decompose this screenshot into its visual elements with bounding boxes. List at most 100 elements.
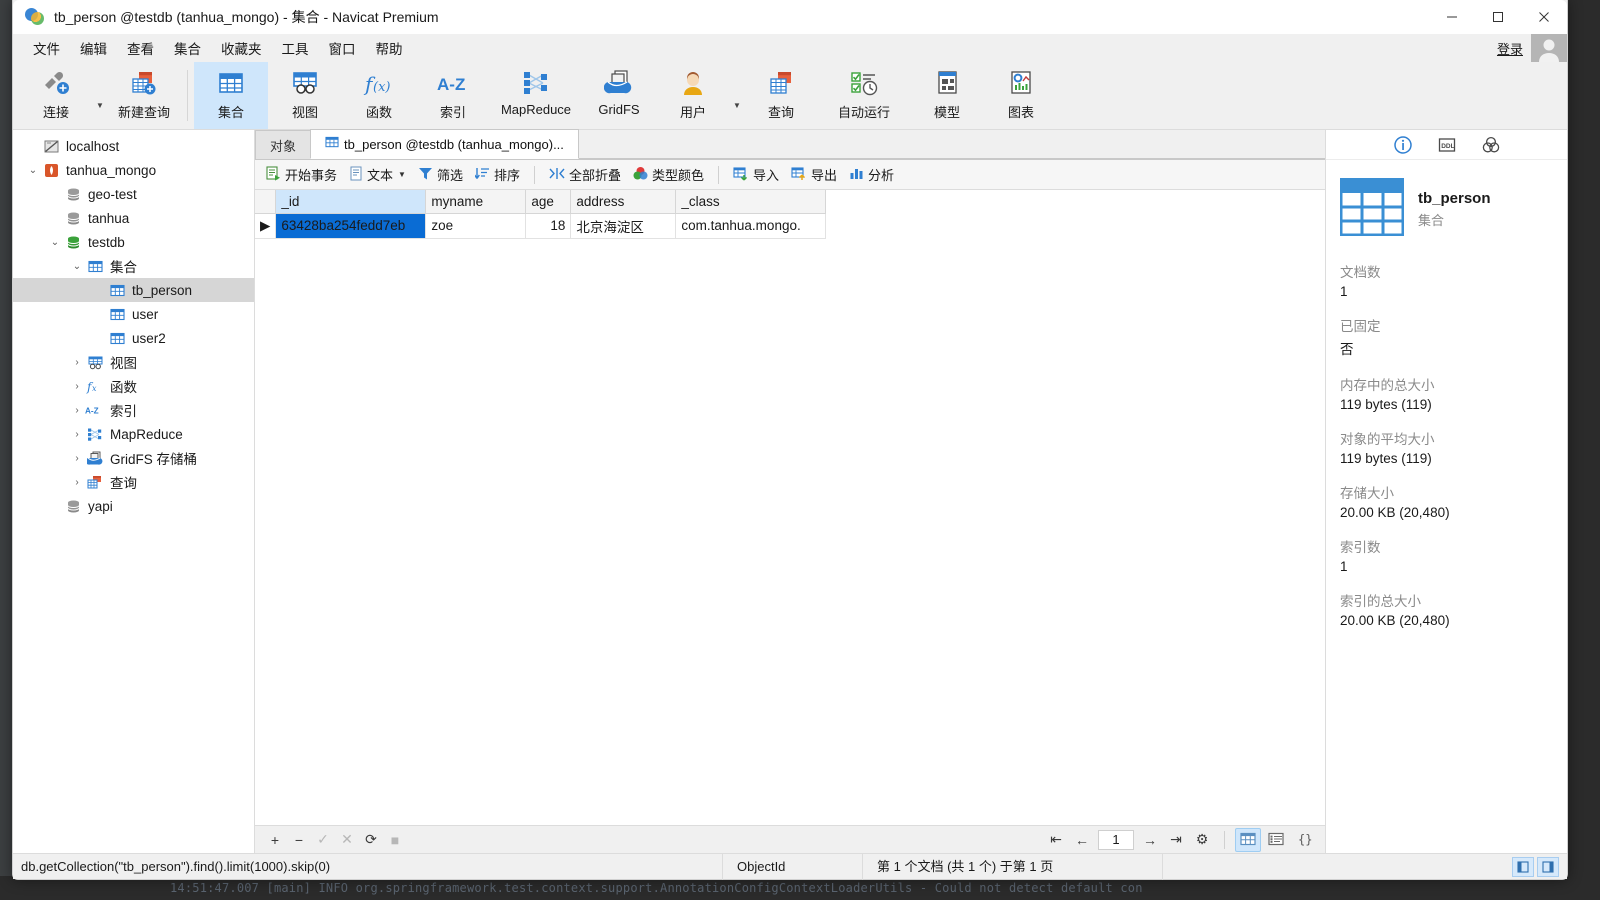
menu-favorites[interactable]: 收藏夹 [211, 35, 272, 61]
sidebar-item-collections-folder[interactable]: ⌄ 集合 [13, 254, 254, 278]
twisty-collapsed-icon[interactable]: › [69, 381, 85, 392]
last-page-button[interactable]: ⇥ [1164, 829, 1188, 851]
sidebar-item-views[interactable]: › 视图 [13, 350, 254, 374]
sidebar-item-yapi[interactable]: yapi [13, 494, 254, 518]
grid-view-icon[interactable] [1235, 827, 1261, 852]
ribbon-new-query-button[interactable]: 新建查询 [107, 62, 181, 129]
ribbon-mapreduce-button[interactable]: MapReduce [490, 62, 582, 129]
sidebar-item-user[interactable]: user [13, 302, 254, 326]
sidebar-item-testdb[interactable]: ⌄ testdb [13, 230, 254, 254]
filter-button[interactable]: 筛选 [413, 162, 468, 187]
user-dropdown-caret-icon[interactable]: ▼ [730, 62, 744, 129]
twisty-expanded-icon[interactable]: ⌄ [47, 237, 63, 248]
json-view-icon[interactable]: {} [1291, 828, 1317, 852]
login-link[interactable]: 登录 [1497, 39, 1523, 58]
analyze-button[interactable]: 分析 [844, 162, 899, 187]
toggle-right-panel-icon[interactable] [1537, 856, 1559, 877]
next-page-button[interactable]: → [1138, 829, 1162, 851]
chevron-down-icon[interactable]: ▼ [398, 170, 406, 179]
twisty-collapsed-icon[interactable]: › [69, 357, 85, 368]
import-button[interactable]: 导入 [728, 162, 784, 187]
first-page-button[interactable]: ⇤ [1044, 829, 1068, 851]
previous-page-button[interactable]: ← [1070, 829, 1094, 851]
twisty-collapsed-icon[interactable]: › [69, 477, 85, 488]
page-number-input[interactable]: 1 [1098, 829, 1134, 850]
table-row[interactable]: ▶ 63428ba254fedd7eb zoe 18 北京海淀区 com.tan… [255, 213, 827, 239]
avatar[interactable] [1531, 34, 1567, 62]
tab-objects[interactable]: 对象 [255, 130, 312, 159]
sidebar-item-functions[interactable]: › fx 函数 [13, 374, 254, 398]
ribbon-chart-button[interactable]: 图表 [984, 62, 1058, 129]
column-header-address[interactable]: address [570, 190, 677, 214]
page-settings-button[interactable]: ⚙ [1190, 829, 1214, 851]
sidebar-item-queries[interactable]: › 查询 [13, 470, 254, 494]
toggle-left-panel-icon[interactable] [1512, 856, 1534, 877]
menu-file[interactable]: 文件 [23, 35, 70, 61]
stop-button[interactable]: ■ [383, 829, 407, 851]
begin-transaction-button[interactable]: 开始事务 [261, 162, 342, 187]
info-icon[interactable] [1392, 134, 1414, 156]
cell-myname[interactable]: zoe [425, 213, 527, 239]
type-color-button[interactable]: 类型颜色 [628, 162, 709, 187]
tab-tb-person[interactable]: tb_person @testdb (tanhua_mongo)... [310, 129, 579, 159]
ribbon-collection-button[interactable]: 集合 [194, 62, 268, 129]
connection-dropdown-caret-icon[interactable]: ▼ [93, 62, 107, 129]
twisty-collapsed-icon[interactable]: › [69, 453, 85, 464]
menu-collection[interactable]: 集合 [164, 35, 211, 61]
column-header-id[interactable]: _id [275, 190, 427, 214]
sidebar-item-localhost[interactable]: localhost [13, 134, 254, 158]
cell-class[interactable]: com.tanhua.mongo. [675, 213, 827, 239]
ddl-icon[interactable]: DDL [1436, 134, 1458, 156]
twisty-collapsed-icon[interactable]: › [69, 405, 85, 416]
menu-view[interactable]: 查看 [117, 35, 164, 61]
ribbon-connection-button[interactable]: 连接 [19, 62, 93, 129]
twisty-expanded-icon[interactable]: ⌄ [69, 261, 85, 272]
cell-age[interactable]: 18 [525, 213, 572, 239]
sidebar-item-tanhua-mongo[interactable]: ⌄ tanhua_mongo [13, 158, 254, 182]
status-sql-text: db.getCollection("tb_person").find().lim… [13, 853, 723, 880]
ribbon-query-button[interactable]: 查询 [744, 62, 818, 129]
sidebar-item-indexes[interactable]: › A-Z 索引 [13, 398, 254, 422]
object-tree-sidebar[interactable]: localhost ⌄ tanhua_mongo geo-test tanhua… [13, 130, 255, 853]
sidebar-item-tanhua[interactable]: tanhua [13, 206, 254, 230]
twisty-collapsed-icon[interactable]: › [69, 429, 85, 440]
sort-button[interactable]: 排序 [470, 162, 525, 187]
collapse-all-button[interactable]: 全部折叠 [544, 162, 626, 187]
confirm-edit-button[interactable]: ✓ [311, 829, 335, 851]
column-header-class[interactable]: _class [675, 190, 827, 214]
cell-id[interactable]: 63428ba254fedd7eb [275, 213, 427, 239]
sidebar-item-mapreduce[interactable]: › MapReduce [13, 422, 254, 446]
close-button[interactable] [1521, 0, 1567, 34]
cell-address[interactable]: 北京海淀区 [570, 213, 677, 239]
twisty-expanded-icon[interactable]: ⌄ [25, 165, 41, 176]
menu-help[interactable]: 帮助 [366, 35, 413, 61]
form-view-icon[interactable] [1263, 828, 1289, 852]
maximize-button[interactable] [1475, 0, 1521, 34]
refresh-button[interactable]: ⟳ [359, 829, 383, 851]
data-grid[interactable]: _id myname age address _class ▶ 63428ba2… [255, 190, 1325, 825]
sidebar-item-geo-test[interactable]: geo-test [13, 182, 254, 206]
sidebar-item-gridfs[interactable]: › GridFS 存储桶 [13, 446, 254, 470]
ribbon-model-button[interactable]: 模型 [910, 62, 984, 129]
menu-window[interactable]: 窗口 [319, 35, 366, 61]
cancel-edit-button[interactable]: ✕ [335, 829, 359, 851]
ribbon-gridfs-button[interactable]: GridFS [582, 62, 656, 129]
sidebar-item-user2[interactable]: user2 [13, 326, 254, 350]
minimize-button[interactable] [1429, 0, 1475, 34]
column-header-myname[interactable]: myname [425, 190, 527, 214]
button-label: 分析 [868, 168, 895, 183]
venn-icon[interactable] [1480, 134, 1502, 156]
ribbon-index-button[interactable]: A-Z 索引 [416, 62, 490, 129]
menu-edit[interactable]: 编辑 [70, 35, 117, 61]
delete-record-button[interactable]: − [287, 829, 311, 851]
text-button[interactable]: 文本 ▼ [344, 162, 411, 187]
sidebar-item-tb-person[interactable]: tb_person [13, 278, 254, 302]
ribbon-view-button[interactable]: 视图 [268, 62, 342, 129]
ribbon-function-button[interactable]: f (x) 函数 [342, 62, 416, 129]
export-button[interactable]: 导出 [786, 162, 842, 187]
menu-tools[interactable]: 工具 [272, 35, 319, 61]
add-record-button[interactable]: + [263, 829, 287, 851]
column-header-age[interactable]: age [525, 190, 572, 214]
ribbon-automation-button[interactable]: 自动运行 [818, 62, 910, 129]
ribbon-user-button[interactable]: 用户 [656, 62, 730, 129]
